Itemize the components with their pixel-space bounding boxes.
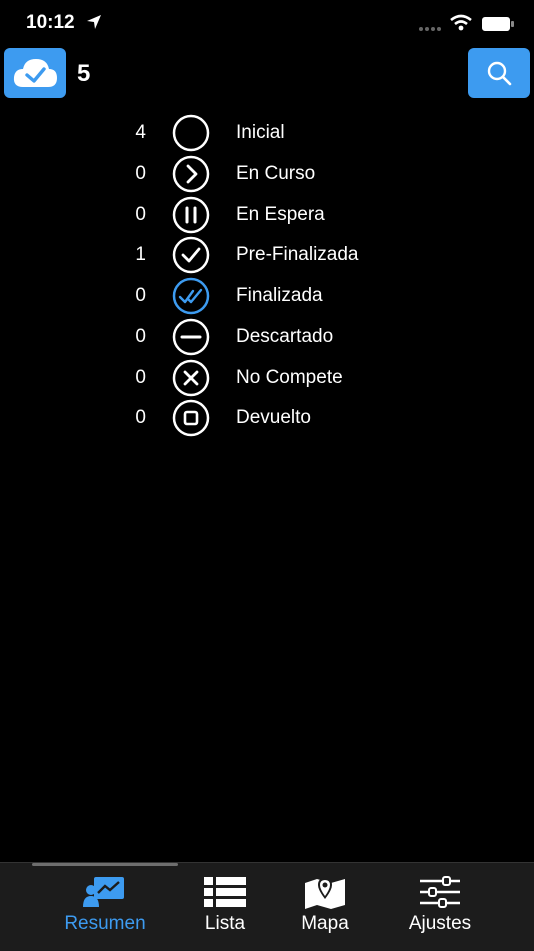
search-button[interactable] bbox=[468, 48, 530, 98]
tab-bar: Resumen Lista Mapa Ajustes bbox=[0, 862, 534, 951]
status-label: En Curso bbox=[236, 163, 316, 184]
status-count: 1 bbox=[135, 244, 146, 265]
sliders-icon bbox=[420, 876, 460, 908]
tab-lista[interactable]: Lista bbox=[170, 875, 280, 947]
tab-resumen[interactable]: Resumen bbox=[50, 875, 160, 947]
tab-ajustes[interactable]: Ajustes bbox=[385, 875, 495, 947]
empty-circle-icon bbox=[172, 114, 210, 152]
status-count: 0 bbox=[135, 367, 146, 388]
check-circle-icon bbox=[172, 236, 210, 274]
status-row-devuelto[interactable]: 0 Devuelto bbox=[0, 397, 534, 437]
status-label: No Compete bbox=[236, 367, 343, 388]
square-circle-icon bbox=[172, 399, 210, 437]
status-time: 10:12 bbox=[26, 12, 75, 33]
location-arrow-icon bbox=[87, 15, 101, 29]
chart-screen-icon bbox=[83, 877, 124, 907]
tab-mapa[interactable]: Mapa bbox=[270, 875, 380, 947]
minus-circle-icon bbox=[172, 318, 210, 356]
status-count: 0 bbox=[135, 326, 146, 347]
sync-button[interactable] bbox=[4, 48, 66, 98]
status-count: 0 bbox=[135, 285, 146, 306]
cloud-check-icon bbox=[13, 59, 57, 87]
status-label: Devuelto bbox=[236, 407, 311, 428]
tab-label: Mapa bbox=[301, 913, 349, 934]
status-row-en-curso[interactable]: 0 En Curso bbox=[0, 153, 534, 193]
status-row-en-espera[interactable]: 0 En Espera bbox=[0, 194, 534, 234]
pause-circle-icon bbox=[172, 196, 210, 234]
wifi-icon bbox=[450, 14, 472, 31]
battery-icon bbox=[482, 17, 514, 31]
status-row-no-compete[interactable]: 0 No Compete bbox=[0, 357, 534, 397]
tab-indicator bbox=[32, 863, 178, 866]
status-count: 0 bbox=[135, 204, 146, 225]
status-bar: 10:12 bbox=[0, 0, 534, 48]
status-row-pre-finalizada[interactable]: 1 Pre-Finalizada bbox=[0, 234, 534, 274]
chevron-right-circle-icon bbox=[172, 155, 210, 193]
status-label: Pre-Finalizada bbox=[236, 244, 359, 265]
status-count: 0 bbox=[135, 163, 146, 184]
status-count: 4 bbox=[135, 122, 146, 143]
status-label: Descartado bbox=[236, 326, 334, 347]
list-icon bbox=[204, 877, 246, 907]
x-circle-icon bbox=[172, 359, 210, 397]
status-row-finalizada[interactable]: 0 Finalizada bbox=[0, 275, 534, 315]
status-row-inicial[interactable]: 4 Inicial bbox=[0, 112, 534, 152]
double-check-circle-icon bbox=[172, 277, 210, 315]
status-label: Inicial bbox=[236, 122, 285, 143]
search-icon bbox=[487, 61, 512, 86]
map-pin-icon bbox=[305, 878, 345, 909]
cellular-signal-icon bbox=[419, 27, 441, 31]
tab-label: Ajustes bbox=[408, 913, 472, 934]
status-label: Finalizada bbox=[236, 285, 323, 306]
status-label: En Espera bbox=[236, 204, 325, 225]
tab-label: Lista bbox=[204, 913, 246, 934]
status-count: 0 bbox=[135, 407, 146, 428]
tab-label: Resumen bbox=[64, 913, 146, 934]
status-row-descartado[interactable]: 0 Descartado bbox=[0, 316, 534, 356]
pending-count: 5 bbox=[77, 60, 91, 87]
